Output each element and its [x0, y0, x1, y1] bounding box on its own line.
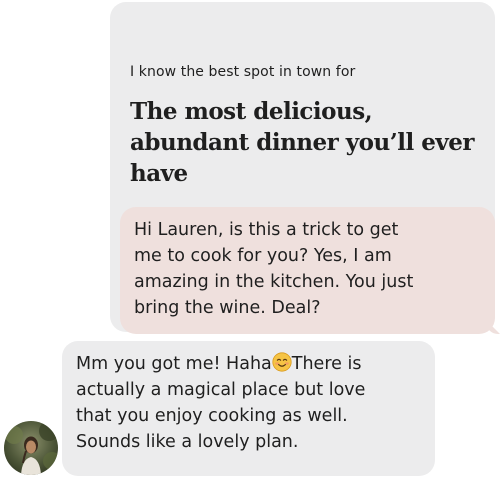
- received-message-text: Mm you got me! Haha There is actually a …: [76, 351, 421, 455]
- bubble-tail: [486, 320, 500, 334]
- prompt-answer: The most delicious, abundant dinner you’…: [130, 98, 474, 187]
- avatar[interactable]: [4, 421, 58, 475]
- sent-message-bubble[interactable]: Hi Lauren, is this a trick to get me to …: [120, 207, 500, 334]
- received-message-text-part-1: Mm you got me! Haha: [76, 354, 272, 374]
- received-message-bubble[interactable]: Mm you got me! Haha There is actually a …: [62, 341, 435, 476]
- prompt-label: I know the best spot in town for: [130, 64, 356, 80]
- smiling-face-icon: [272, 352, 292, 372]
- profile-photo: [4, 421, 58, 475]
- sent-message-text: Hi Lauren, is this a trick to get me to …: [134, 220, 414, 318]
